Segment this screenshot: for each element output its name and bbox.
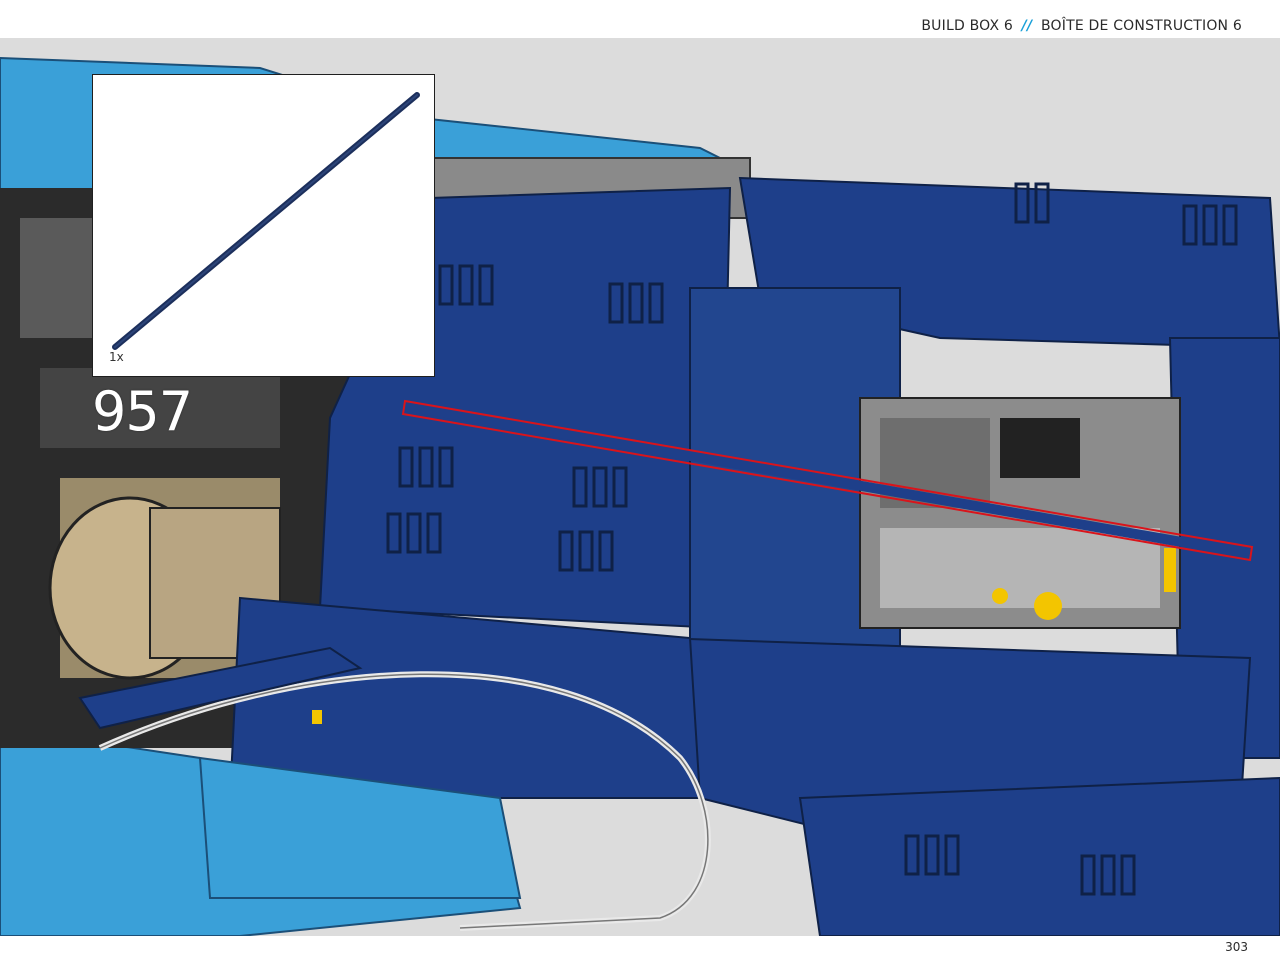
- header-title-fr: BOÎTE DE CONSTRUCTION 6: [1040, 18, 1242, 34]
- header-separator: //: [1021, 18, 1033, 34]
- step-number: 957: [92, 380, 193, 443]
- page-header: BUILD BOX 6 // BOÎTE DE CONSTRUCTION 6: [921, 18, 1242, 38]
- dark-blue-axle-icon: [112, 92, 420, 350]
- parts-callout: 1x: [92, 74, 435, 377]
- part-quantity: 1x: [109, 350, 124, 364]
- header-title-en: BUILD BOX 6: [921, 18, 1014, 34]
- page-number: 303: [1225, 940, 1248, 954]
